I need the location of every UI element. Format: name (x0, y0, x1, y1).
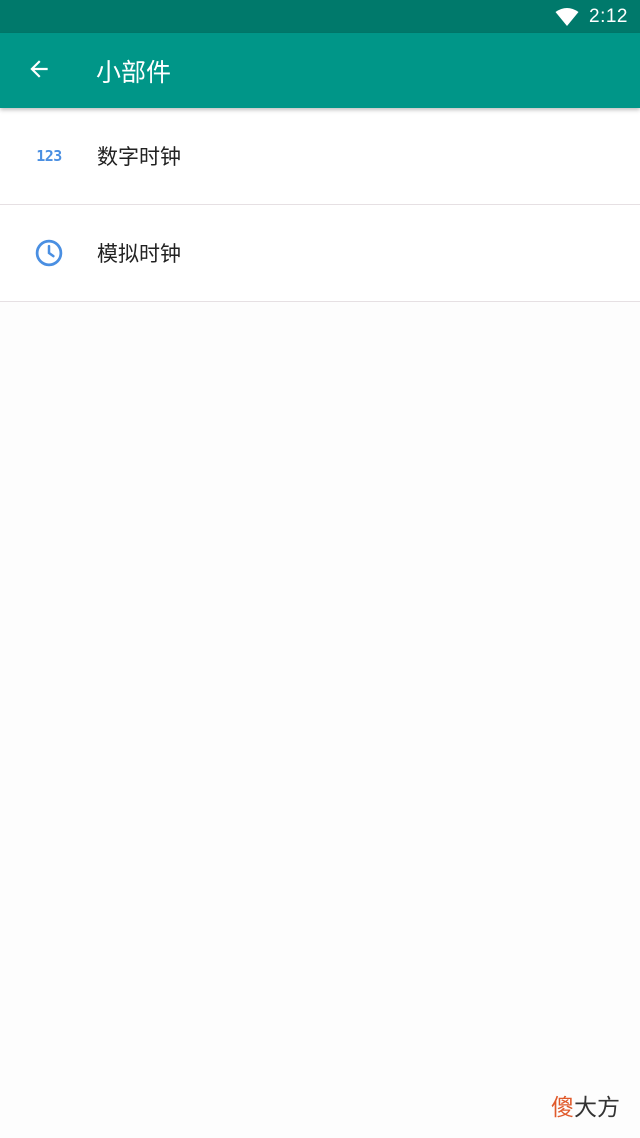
status-time: 2:12 (589, 5, 628, 27)
back-button[interactable] (10, 42, 68, 100)
watermark: 傻大方 (551, 1088, 620, 1122)
clock-icon (29, 238, 69, 268)
app-bar: 小部件 (0, 33, 640, 108)
list-item-digital-clock[interactable]: 123 数字时钟 (0, 108, 640, 205)
watermark-accent: 傻 (551, 1095, 574, 1121)
widget-list: 123 数字时钟 模拟时钟 (0, 108, 640, 302)
list-item-label: 数字时钟 (97, 145, 181, 169)
arrow-back-icon (26, 56, 52, 86)
list-item-label: 模拟时钟 (97, 242, 181, 266)
page-title: 小部件 (96, 57, 172, 87)
status-bar: 2:12 (0, 0, 640, 33)
wifi-icon (555, 7, 579, 27)
list-item-analog-clock[interactable]: 模拟时钟 (0, 205, 640, 302)
watermark-text: 大方 (574, 1095, 620, 1121)
digits-123-icon: 123 (36, 147, 62, 165)
